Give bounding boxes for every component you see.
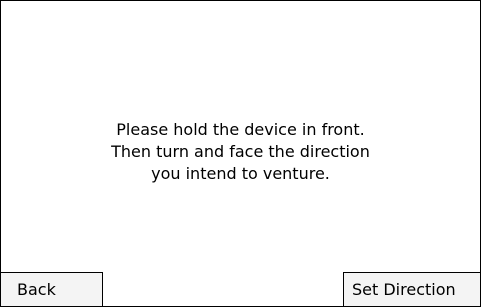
instruction-message: Please hold the device in front. Then tu… [0, 119, 481, 185]
set-direction-button[interactable]: Set Direction [343, 272, 481, 307]
instruction-line-2: Then turn and face the direction [111, 142, 370, 161]
instruction-line-1: Please hold the device in front. [116, 120, 365, 139]
instruction-line-3: you intend to venture. [151, 164, 330, 183]
set-direction-button-label: Set Direction [352, 280, 456, 299]
back-button-label: Back [17, 280, 56, 299]
back-button[interactable]: Back [0, 272, 103, 307]
